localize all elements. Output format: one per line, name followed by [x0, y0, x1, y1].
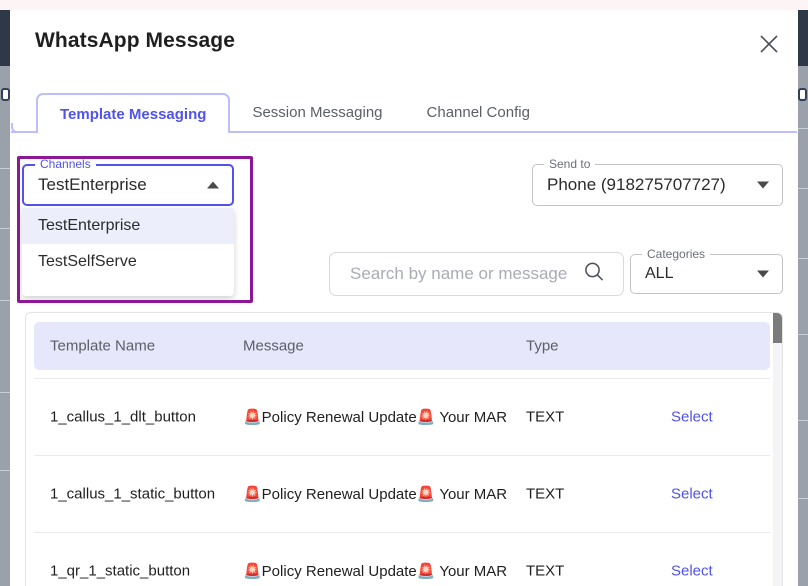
- background-navbar-right: [798, 10, 808, 66]
- tab-list: Template Messaging Session Messaging Cha…: [36, 91, 552, 133]
- cell-type: TEXT: [526, 562, 565, 580]
- channels-label: Channels: [35, 157, 96, 171]
- tab-template-messaging[interactable]: Template Messaging: [36, 93, 231, 133]
- background-rail-divider-right-6: [798, 498, 808, 499]
- select-template-button[interactable]: Select: [671, 409, 713, 426]
- close-icon[interactable]: [755, 30, 783, 58]
- background-rail-divider-right-2: [798, 188, 808, 189]
- dialog-header: WhatsApp Message: [11, 11, 797, 85]
- page-title: WhatsApp Message: [35, 29, 235, 52]
- categories-label: Categories: [642, 247, 711, 261]
- background-rail-divider-left-1: [0, 168, 10, 169]
- background-rail-divider-right-1: [798, 128, 808, 129]
- background-rail-divider-left-5: [0, 470, 10, 471]
- background-rail-right: [798, 66, 808, 586]
- select-template-button[interactable]: Select: [671, 486, 713, 503]
- table-header-row: Template Name Message Type: [34, 322, 770, 370]
- background-navbar-left: [0, 10, 10, 66]
- column-header-type: Type: [526, 337, 559, 355]
- table-scrollbar-thumb[interactable]: [773, 313, 782, 343]
- background-rail-divider-left-4: [0, 392, 10, 393]
- tab-bar-underline-cap: [11, 123, 21, 133]
- tab-session-messaging[interactable]: Session Messaging: [230, 93, 404, 133]
- tab-channel-config[interactable]: Channel Config: [405, 93, 552, 133]
- table-row: 1_callus_1_dlt_button 🚨Policy Renewal Up…: [34, 378, 770, 455]
- cell-type: TEXT: [526, 408, 565, 426]
- background-rail-divider-right-4: [798, 334, 808, 335]
- cell-template-name: 1_callus_1_dlt_button: [50, 408, 196, 426]
- background-rail-divider-right-5: [798, 420, 808, 421]
- send-to-selected-value: Phone (918275707727): [547, 175, 726, 194]
- background-rail-divider-left-3: [0, 300, 10, 301]
- categories-select[interactable]: Categories ALL: [630, 247, 783, 294]
- search-placeholder: Search by name or message: [350, 264, 568, 283]
- column-header-message: Message: [243, 337, 304, 355]
- cell-template-name: 1_qr_1_static_button: [50, 562, 191, 580]
- whatsapp-message-dialog: WhatsApp Message Template Messaging Sess…: [11, 11, 797, 586]
- chevron-up-icon[interactable]: [207, 181, 219, 189]
- table-row: 1_callus_1_static_button 🚨Policy Renewal…: [34, 455, 770, 532]
- chevron-down-icon[interactable]: [757, 181, 769, 189]
- cell-message: 🚨Policy Renewal Update🚨 Your MAR: [243, 409, 508, 426]
- table-row: 1_qr_1_static_button 🚨Policy Renewal Upd…: [34, 532, 770, 586]
- cell-template-name: 1_callus_1_static_button: [50, 485, 216, 503]
- select-template-button[interactable]: Select: [671, 563, 713, 580]
- channels-select[interactable]: Channels TestEnterprise: [22, 157, 234, 206]
- column-header-template-name: Template Name: [50, 337, 156, 355]
- channels-dropdown-menu[interactable]: TestEnterprise TestSelfServe: [22, 208, 234, 296]
- search-input[interactable]: Search by name or message: [329, 252, 624, 296]
- channels-selected-value: TestEnterprise: [38, 175, 147, 194]
- send-to-label: Send to: [544, 157, 596, 171]
- channels-option-testenterprise[interactable]: TestEnterprise: [22, 208, 234, 244]
- background-rail-left: [0, 66, 10, 586]
- channels-option-testselfserve[interactable]: TestSelfServe: [22, 244, 234, 280]
- cell-message: 🚨Policy Renewal Update🚨 Your MAR: [243, 563, 508, 580]
- page-root: WhatsApp Message Template Messaging Sess…: [0, 0, 808, 586]
- templates-table: Template Name Message Type 1_callus_1_dl…: [25, 312, 783, 586]
- cell-type: TEXT: [526, 485, 565, 503]
- table-scrollbar[interactable]: [773, 313, 782, 586]
- background-chip-left: [1, 88, 10, 101]
- templates-table-scroll-area: Template Name Message Type 1_callus_1_dl…: [26, 313, 782, 586]
- chevron-down-icon[interactable]: [757, 270, 769, 278]
- background-rail-divider-right-3: [798, 258, 808, 259]
- cell-message: 🚨Policy Renewal Update🚨 Your MAR: [243, 486, 508, 503]
- search-icon[interactable]: [583, 261, 605, 288]
- background-top-strip: [0, 0, 808, 10]
- background-rail-divider-left-2: [0, 228, 10, 229]
- send-to-select[interactable]: Send to Phone (918275707727): [532, 157, 783, 206]
- tab-bar: Template Messaging Session Messaging Cha…: [11, 91, 797, 133]
- categories-selected-value: ALL: [645, 265, 674, 282]
- background-chip-right: [798, 88, 807, 101]
